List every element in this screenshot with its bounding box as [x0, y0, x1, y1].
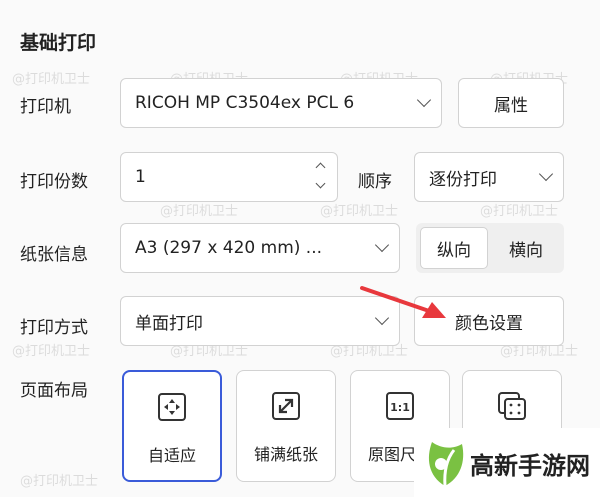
copies-value: 1: [135, 167, 146, 187]
watermark: @打印机卫士: [160, 204, 239, 219]
printer-select[interactable]: RICOH MP C3504ex PCL 6: [120, 78, 442, 128]
layout-option-label: 铺满纸张: [253, 445, 318, 464]
portrait-option[interactable]: 纵向: [420, 227, 488, 269]
chevron-up-icon[interactable]: [315, 162, 326, 173]
landscape-option[interactable]: 横向: [492, 227, 560, 269]
annotation-arrow-icon: [360, 286, 446, 318]
watermark: @打印机卫士: [20, 474, 99, 489]
print-mode-label: 打印方式: [20, 318, 88, 338]
layout-option-label: 自适应: [147, 446, 196, 465]
layout-option-fill[interactable]: 铺满纸张: [236, 370, 336, 482]
svg-text:1:1: 1:1: [390, 401, 410, 414]
paper-label: 纸张信息: [20, 245, 88, 265]
copies-label: 打印份数: [20, 172, 88, 192]
copies-input[interactable]: 1: [120, 152, 338, 202]
site-logo: 高新手游网: [414, 428, 600, 497]
page-layout-label: 页面布局: [20, 381, 88, 401]
orientation-toggle: 纵向 横向: [416, 223, 564, 273]
printer-label: 打印机: [20, 97, 71, 117]
quantity-stepper[interactable]: [315, 161, 327, 191]
actual-size-icon: 1:1: [385, 391, 415, 421]
paper-select[interactable]: A3 (297 x 420 mm) ...: [120, 223, 400, 273]
expand-icon: [271, 391, 301, 421]
watermark: @打印机卫士: [320, 204, 399, 219]
print-mode-value: 单面打印: [135, 313, 203, 334]
paper-value: A3 (297 x 420 mm) ...: [135, 238, 323, 258]
watermark: @打印机卫士: [12, 72, 91, 87]
section-title: 基础打印: [20, 32, 97, 54]
order-label: 顺序: [358, 172, 392, 192]
order-value: 逐份打印: [429, 169, 497, 190]
fit-icon: [157, 392, 187, 422]
logo-text: 高新手游网: [470, 452, 590, 480]
multi-page-icon: [497, 391, 527, 421]
watermark: @打印机卫士: [480, 204, 559, 219]
chevron-down-icon[interactable]: [315, 178, 326, 189]
leaf-logo-icon: [428, 442, 464, 487]
order-select[interactable]: 逐份打印: [414, 152, 564, 202]
layout-option-fit[interactable]: 自适应: [122, 370, 222, 482]
chevron-down-icon: [538, 166, 554, 182]
printer-value: RICOH MP C3504ex PCL 6: [135, 93, 355, 113]
watermark: @打印机卫士: [12, 344, 91, 359]
chevron-down-icon: [374, 237, 390, 253]
properties-button[interactable]: 属性: [458, 78, 564, 128]
chevron-down-icon: [416, 92, 432, 108]
